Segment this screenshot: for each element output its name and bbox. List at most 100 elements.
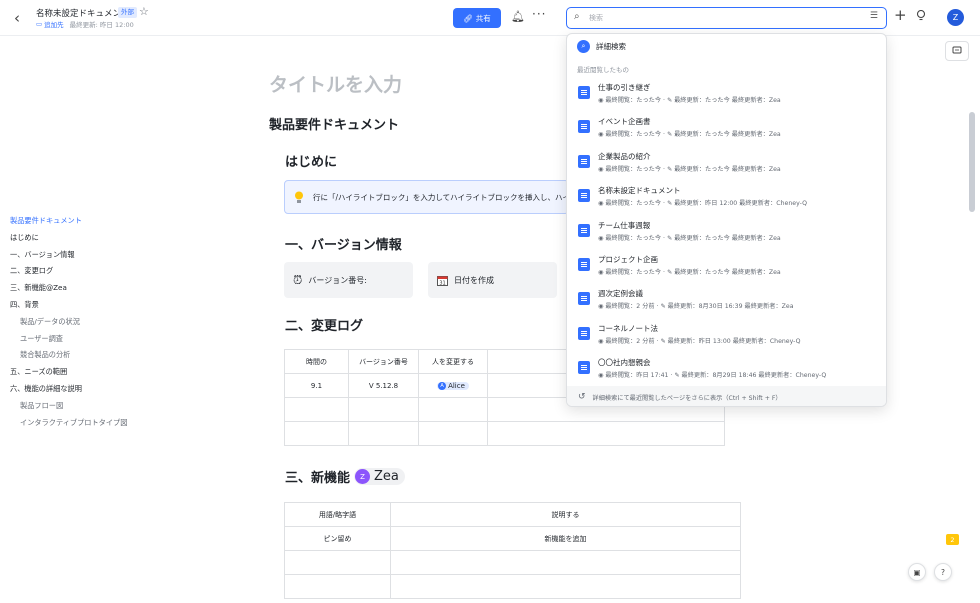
more-icon[interactable]: ···: [532, 7, 546, 21]
page-icon: ▣: [913, 567, 921, 577]
recent-doc-item[interactable]: 週次定例会議 ◉ 最終閲覧：2 分前 · ✎ 最終更新：8月30日 16:39 …: [567, 284, 886, 318]
search-box[interactable]: ⌕ ☰: [566, 7, 887, 29]
advanced-search-option[interactable]: ⌕ 詳細検索: [577, 40, 626, 53]
table-cell[interactable]: [390, 574, 741, 599]
outline-item[interactable]: 製品/データの状況: [10, 314, 210, 331]
table-cell[interactable]: [348, 421, 419, 446]
add-to-label: 追加先: [44, 21, 64, 29]
new-feature-text: 三、新機能: [285, 471, 351, 486]
table-cell[interactable]: [284, 574, 391, 599]
recent-doc-name: 企業製品の紹介: [598, 151, 651, 161]
outline-item[interactable]: 五、ニーズの範囲: [10, 364, 210, 381]
scrollbar-thumb[interactable]: [969, 112, 975, 212]
title-placeholder[interactable]: タイトルを入力: [269, 70, 402, 97]
recent-doc-item[interactable]: チーム仕事週報 ◉ 最終閲覧：たった今 · ✎ 最終更新：たった今 最終更新者：…: [567, 216, 886, 250]
outline-item[interactable]: 三、新機能@Zea: [10, 280, 210, 297]
user-mention-alice[interactable]: A Alice: [437, 382, 469, 390]
table-cell[interactable]: バージョン番号: [348, 349, 419, 374]
table-cell[interactable]: V 5.12.8: [348, 373, 419, 398]
recent-doc-item[interactable]: コーネルノート法 ◉ 最終閲覧：2 分前 · ✎ 最終更新：昨日 13:00 最…: [567, 319, 886, 353]
recent-doc-item[interactable]: 企業製品の紹介 ◉ 最終閲覧：たった今 · ✎ 最終更新：たった今 最終更新者：…: [567, 147, 886, 181]
outline-item[interactable]: 製品フロー図: [10, 398, 210, 415]
back-arrow-icon[interactable]: ‹: [14, 10, 28, 26]
svg-text:31: 31: [439, 280, 445, 286]
add-to-folder-button[interactable]: ▭ 追加先: [36, 19, 64, 29]
search-icon: ⌕: [574, 11, 580, 22]
page-tools-button[interactable]: ▣: [908, 563, 926, 581]
table-cell[interactable]: [284, 550, 391, 575]
history-icon: ↺: [578, 392, 586, 402]
outline-item[interactable]: 製品要件ドキュメント: [10, 213, 210, 230]
star-icon[interactable]: ☆: [139, 5, 149, 18]
change-log-heading[interactable]: 二、変更ログ: [285, 315, 363, 334]
user-avatar[interactable]: Z: [947, 9, 964, 26]
recent-doc-item[interactable]: プロジェクト企画 ◉ 最終閲覧：たった今 · ✎ 最終更新：たった今 最終更新者…: [567, 250, 886, 284]
table-cell[interactable]: [284, 421, 349, 446]
outline-item[interactable]: 二、変更ログ: [10, 263, 210, 280]
search-icon: ⌕: [577, 40, 590, 53]
outline-item[interactable]: インタラクティブプロトタイプ図: [10, 415, 210, 432]
table-cell[interactable]: 説明する: [390, 502, 741, 527]
table-cell[interactable]: 用語/略字語: [284, 502, 391, 527]
table-cell[interactable]: [348, 397, 419, 422]
outline-item[interactable]: 競合製品の分析: [10, 347, 210, 364]
recent-doc-item[interactable]: 名称未設定ドキュメント ◉ 最終閲覧：たった今 · ✎ 最終更新：昨日 12:0…: [567, 181, 886, 215]
recent-doc-item[interactable]: 仕事の引き継ぎ ◉ 最終閲覧：たった今 · ✎ 最終更新：たった今 最終更新者：…: [567, 78, 886, 112]
bell-icon[interactable]: 🔔︎: [511, 10, 525, 23]
table-row: [284, 421, 725, 446]
table-cell[interactable]: [284, 397, 349, 422]
alarm-clock-icon: ⏰︎: [293, 272, 303, 287]
notification-count-badge[interactable]: 2: [946, 534, 959, 545]
outline-item[interactable]: 六、機能の詳細な説明: [10, 381, 210, 398]
comment-icon: [952, 46, 962, 54]
doc-heading[interactable]: 製品要件ドキュメント: [269, 114, 399, 133]
avatar: Z: [355, 469, 371, 484]
create-plus-icon[interactable]: +: [894, 6, 907, 24]
table-cell[interactable]: ピン留め: [284, 526, 391, 551]
share-label: 共有: [475, 13, 491, 23]
folder-icon: ▭: [36, 20, 43, 28]
top-bar: ‹ 名称未設定ドキュメント 外部 ☆ ▭ 追加先 最終更新: 昨日 12:00 …: [0, 0, 980, 36]
table-cell[interactable]: A Alice: [418, 373, 488, 398]
table-cell[interactable]: [418, 397, 488, 422]
lightbulb-icon[interactable]: [916, 10, 926, 21]
document-title[interactable]: 名称未設定ドキュメント: [36, 7, 130, 19]
search-input[interactable]: [589, 11, 839, 25]
document-icon: [578, 189, 590, 203]
advanced-search-label: 詳細検索: [596, 42, 626, 51]
last-updated-text: 最終更新: 昨日 12:00: [69, 21, 134, 29]
outline-item[interactable]: ユーザー調査: [10, 331, 210, 348]
outline-item[interactable]: 一、バージョン情報: [10, 247, 210, 264]
highlight-block[interactable]: 行に「/ハイライトブロック」を入力してハイライトブロックを挿入し、ハイライトブロ…: [284, 180, 569, 214]
table-cell[interactable]: [418, 421, 488, 446]
search-footer-link[interactable]: ↺ 詳細検索にて最近閲覧したページをさらに表示（Ctrl + Shift + F…: [567, 386, 886, 406]
intro-heading[interactable]: はじめに: [285, 151, 337, 170]
avatar: A: [438, 382, 447, 390]
table-cell[interactable]: [487, 421, 725, 446]
document-icon: [578, 258, 590, 271]
filter-icon[interactable]: ☰: [870, 11, 878, 21]
comment-button[interactable]: [945, 41, 969, 61]
table-cell[interactable]: 人を変更する: [418, 349, 488, 374]
user-mention-zea[interactable]: Z Zea: [354, 468, 405, 485]
help-button[interactable]: ?: [934, 563, 952, 581]
mention-name: Alice: [448, 382, 465, 390]
outline-item[interactable]: 四、背景: [10, 297, 210, 314]
recent-doc-name: チーム仕事週報: [598, 220, 651, 230]
share-button[interactable]: 🔗︎ 共有: [453, 8, 501, 28]
create-date-card[interactable]: 31 日付を作成: [428, 262, 557, 298]
recent-doc-meta: ◉ 最終閲覧：たった今 · ✎ 最終更新：たった今 最終更新者：Zea: [598, 165, 781, 173]
outline-item[interactable]: はじめに: [10, 230, 210, 247]
version-number-card[interactable]: ⏰︎ バージョン番号:: [284, 262, 413, 298]
highlight-text: 行に「/ハイライトブロック」を入力してハイライトブロックを挿入し、ハイライトブロ…: [313, 193, 569, 202]
external-badge: 外部: [118, 7, 137, 18]
new-feature-heading[interactable]: 三、新機能 Z Zea: [285, 467, 405, 486]
recent-doc-item[interactable]: 〇〇社内懇親会 ◉ 最終閲覧：昨日 17:41 · ✎ 最終更新：8月29日 1…: [567, 353, 886, 387]
table-cell[interactable]: 時間の: [284, 349, 349, 374]
version-info-heading[interactable]: 一、バージョン情報: [285, 234, 402, 253]
table-cell[interactable]: 9.1: [284, 373, 349, 398]
recent-doc-item[interactable]: イベント企画書 ◉ 最終閲覧：たった今 · ✎ 最終更新：たった今 最終更新者：…: [567, 112, 886, 146]
table-cell[interactable]: [390, 550, 741, 575]
table-cell[interactable]: 新機能を追加: [390, 526, 741, 551]
recent-doc-meta: ◉ 最終閲覧：たった今 · ✎ 最終更新：たった今 最終更新者：Zea: [598, 97, 781, 104]
